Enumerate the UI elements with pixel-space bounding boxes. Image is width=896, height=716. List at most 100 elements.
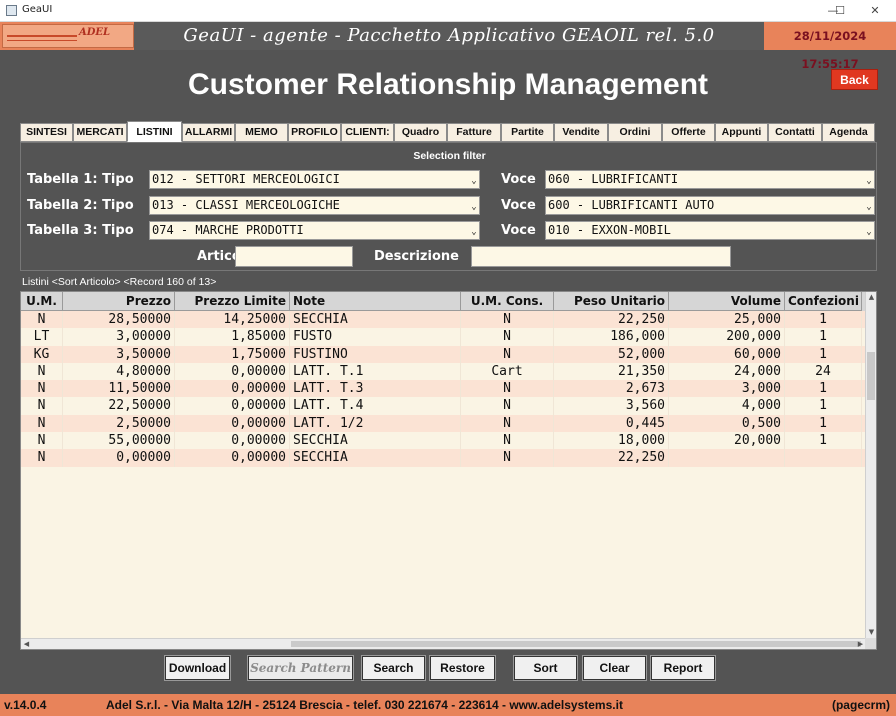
search-button[interactable]: Search	[361, 655, 426, 681]
cell-prezzo-limite: 0,00000	[175, 380, 290, 398]
scroll-thumb[interactable]	[867, 352, 875, 400]
cell-um-cons: Cart	[461, 362, 554, 381]
cell-volume: 0,500	[669, 414, 785, 433]
col-um[interactable]: U.M.	[21, 292, 63, 311]
voce3-select[interactable]: 010 - EXXON-MOBIL ⌄	[545, 221, 875, 240]
table-row[interactable]: N 0,00000 0,00000 SECCHIA N 22,250	[21, 449, 866, 467]
col-um-cons[interactable]: U.M. Cons.	[461, 292, 554, 311]
back-button[interactable]: Back	[831, 69, 878, 90]
cell-um: LT	[21, 328, 63, 346]
cell-note: LATT. T.3	[290, 380, 461, 398]
clear-button[interactable]: Clear	[582, 655, 647, 681]
col-volume[interactable]: Volume	[669, 292, 785, 311]
window-title-bar: GeaUI — ☐ ✕	[0, 0, 896, 22]
cell-peso-unitario: 0,445	[554, 414, 669, 433]
tab-appunti[interactable]: Appunti	[715, 123, 768, 142]
articolo-input[interactable]	[235, 246, 353, 267]
table-row[interactable]: LT 3,00000 1,85000 FUSTO N 186,000 200,000 1	[21, 328, 866, 346]
tab-agenda[interactable]: Agenda	[822, 123, 875, 142]
cell-prezzo: 2,50000	[63, 414, 175, 433]
table-header-row: U.M. Prezzo Prezzo Limite Note U.M. Cons…	[21, 292, 866, 311]
app-title: GeaUI - agente - Pacchetto Applicativo G…	[134, 22, 764, 50]
scroll-left-icon[interactable]: ◀	[21, 639, 32, 649]
table-row[interactable]: N 11,50000 0,00000 LATT. T.3 N 2,673 3,000 1	[21, 380, 866, 398]
col-prezzo[interactable]: Prezzo	[63, 292, 175, 311]
report-button[interactable]: Report	[650, 655, 716, 681]
col-peso-unitario[interactable]: Peso Unitario	[554, 292, 669, 311]
cell-um-cons: N	[461, 414, 554, 433]
close-button[interactable]: ✕	[854, 0, 896, 22]
cell-prezzo-limite: 0,00000	[175, 414, 290, 433]
scroll-up-icon[interactable]: ▲	[866, 292, 876, 303]
cell-confezioni: 1	[785, 328, 862, 346]
download-button[interactable]: Download	[164, 655, 231, 681]
tab-fatture[interactable]: Fatture	[447, 123, 501, 142]
maximize-button[interactable]: ☐	[826, 0, 854, 22]
cell-confezioni: 1	[785, 380, 862, 398]
voce1-label: Voce	[501, 172, 536, 187]
table-row[interactable]: N 2,50000 0,00000 LATT. 1/2 N 0,445 0,500 1	[21, 414, 866, 433]
sort-button[interactable]: Sort	[513, 655, 578, 681]
cell-confezioni: 1	[785, 432, 862, 450]
cell-peso-unitario: 2,673	[554, 380, 669, 398]
descrizione-input[interactable]	[471, 246, 731, 267]
tab-contatti[interactable]: Contatti	[768, 123, 822, 142]
window-title: GeaUI	[22, 4, 53, 15]
cell-peso-unitario: 52,000	[554, 345, 669, 363]
cell-peso-unitario: 18,000	[554, 432, 669, 450]
tabella3-tipo-select[interactable]: 074 - MARCHE PRODOTTI ⌄	[149, 221, 480, 240]
tab-vendite[interactable]: Vendite	[554, 123, 608, 142]
tab-offerte[interactable]: Offerte	[662, 123, 715, 142]
tabella1-tipo-value: 012 - SETTORI MERCEOLOGICI	[152, 172, 340, 186]
table-row[interactable]: N 4,80000 0,00000 LATT. T.1 Cart 21,350 24,000…	[21, 362, 866, 381]
cell-confezioni: 1	[785, 397, 862, 415]
cell-prezzo-limite: 0,00000	[175, 397, 290, 415]
cell-um: N	[21, 380, 63, 398]
dropdown-arrow-icon: ⌄	[471, 227, 477, 237]
tab-mercati[interactable]: MERCATI	[73, 123, 127, 142]
dropdown-arrow-icon: ⌄	[471, 176, 477, 186]
table-row[interactable]: N 28,50000 14,25000 SECCHIA N 22,250 25,000 1	[21, 311, 866, 329]
tabella2-tipo-select[interactable]: 013 - CLASSI MERCEOLOGICHE ⌄	[149, 196, 480, 215]
cell-note: FUSTO	[290, 328, 461, 346]
tab-clienti[interactable]: CLIENTI:	[341, 123, 394, 142]
voce2-select[interactable]: 600 - LUBRIFICANTI AUTO ⌄	[545, 196, 875, 215]
horizontal-scrollbar[interactable]: ◀ ▶	[21, 638, 866, 649]
table-row[interactable]: KG 3,50000 1,75000 FUSTINO N 52,000 60,000 1	[21, 345, 866, 363]
cell-confezioni	[785, 449, 862, 467]
tab-bar: SINTESI MERCATI LISTINI ALLARMI MEMO PRO…	[20, 121, 877, 142]
tabella2-tipo-value: 013 - CLASSI MERCEOLOGICHE	[152, 198, 340, 212]
col-prezzo-limite[interactable]: Prezzo Limite	[175, 292, 290, 311]
table-row[interactable]: N 22,50000 0,00000 LATT. T.4 N 3,560 4,000 1	[21, 397, 866, 415]
cell-confezioni: 1	[785, 345, 862, 363]
tabella1-label: Tabella 1: Tipo	[27, 172, 134, 187]
tab-memo[interactable]: MEMO	[235, 123, 288, 142]
col-confezioni[interactable]: Confezioni	[785, 292, 862, 311]
tab-partite[interactable]: Partite	[501, 123, 554, 142]
cell-um-cons: N	[461, 380, 554, 398]
tabella2-label: Tabella 2: Tipo	[27, 198, 134, 213]
col-note[interactable]: Note	[290, 292, 461, 311]
cell-um-cons: N	[461, 449, 554, 467]
cell-confezioni: 1	[785, 311, 862, 329]
tab-listini[interactable]: LISTINI	[127, 121, 182, 142]
voce1-select[interactable]: 060 - LUBRIFICANTI ⌄	[545, 170, 875, 189]
tab-allarmi[interactable]: ALLARMI	[182, 123, 235, 142]
tabella1-tipo-select[interactable]: 012 - SETTORI MERCEOLOGICI ⌄	[149, 170, 480, 189]
table-row[interactable]: N 55,00000 0,00000 SECCHIA N 18,000 20,000 1	[21, 432, 866, 450]
tab-ordini[interactable]: Ordini	[608, 123, 662, 142]
cell-confezioni: 1	[785, 414, 862, 433]
vertical-scrollbar[interactable]: ▲ ▼	[865, 292, 876, 638]
search-pattern-button[interactable]: Search Pattern	[247, 655, 354, 681]
tab-sintesi[interactable]: SINTESI	[20, 123, 73, 142]
adel-logo: ADEL	[2, 24, 134, 48]
tab-quadro[interactable]: Quadro	[394, 123, 447, 142]
scroll-thumb-horizontal[interactable]	[291, 641, 861, 647]
scroll-down-icon[interactable]: ▼	[866, 627, 876, 638]
restore-button[interactable]: Restore	[429, 655, 496, 681]
tab-profilo[interactable]: PROFILO	[288, 123, 341, 142]
cell-prezzo: 0,00000	[63, 449, 175, 467]
cell-um: N	[21, 362, 63, 381]
cell-peso-unitario: 21,350	[554, 362, 669, 381]
cell-note: SECCHIA	[290, 449, 461, 467]
